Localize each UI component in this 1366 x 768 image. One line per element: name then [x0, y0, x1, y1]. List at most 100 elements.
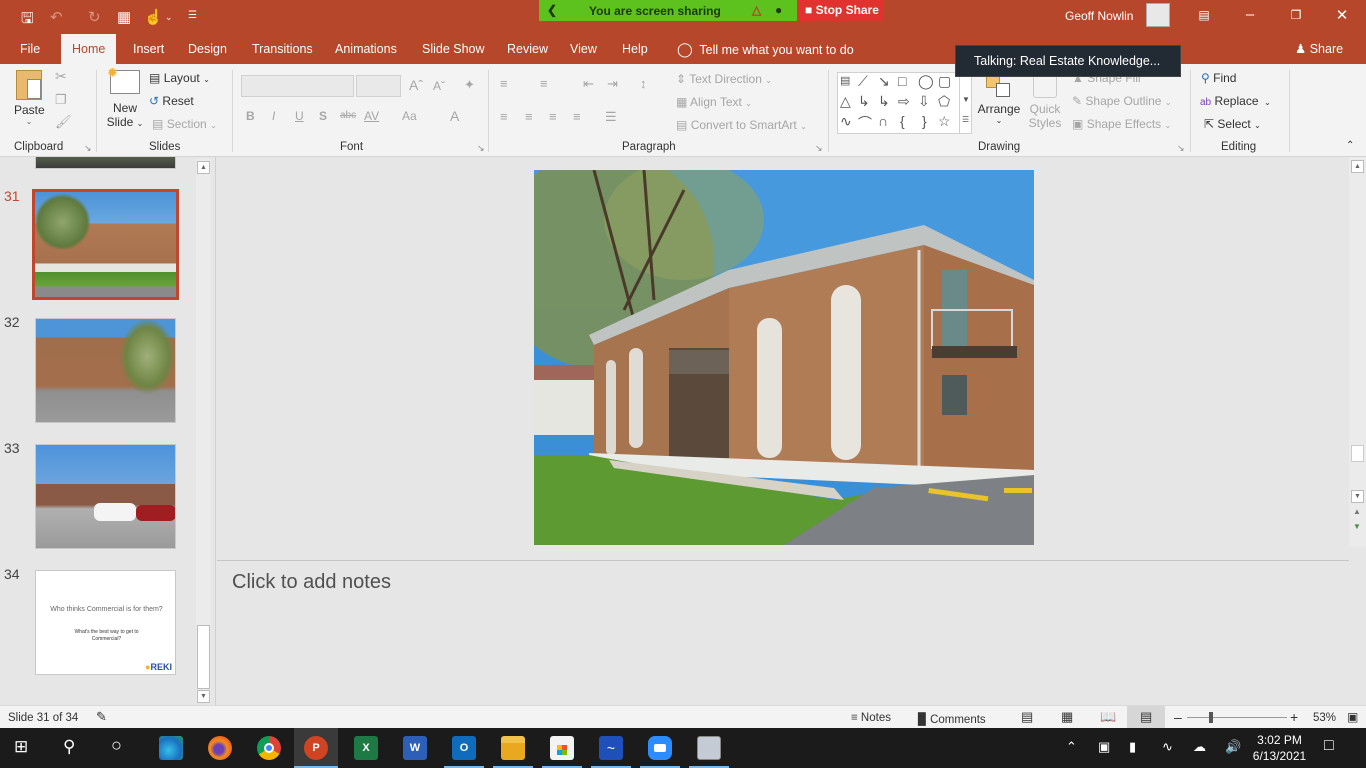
convert-smartart-button[interactable]: ▤ Convert to SmartArt ⌄ — [676, 118, 807, 132]
notes-divider[interactable] — [217, 560, 1349, 561]
shape-outline-button[interactable]: ✎ Shape Outline ⌄ — [1072, 94, 1172, 108]
replace-button[interactable]: ab Replace ⌄ — [1200, 94, 1271, 108]
notifications-icon[interactable]: □ — [1324, 737, 1334, 755]
tab-insert[interactable]: Insert — [133, 42, 164, 56]
fit-to-window-icon[interactable]: ▣ — [1347, 710, 1358, 724]
dialog-launcher-icon[interactable]: ↘ — [477, 143, 485, 154]
meet-now-icon[interactable]: ▣ — [1098, 739, 1110, 755]
rectangle-shape-icon[interactable]: □ — [898, 73, 906, 89]
wifi-icon[interactable]: ∿ — [1162, 739, 1173, 755]
stop-share-button[interactable]: ■ Stop Share — [797, 0, 884, 21]
search-icon[interactable]: ⚲ — [63, 737, 75, 757]
slide-thumbnail-31[interactable] — [32, 189, 179, 300]
decrease-indent-icon[interactable]: ⇤ — [583, 76, 594, 92]
save-icon[interactable]: 🖫 — [21, 8, 34, 33]
scroll-up-icon[interactable]: ▲ — [1351, 160, 1364, 173]
text-direction-button[interactable]: ⇕ Text Direction ⌄ — [676, 72, 772, 86]
format-painter-icon[interactable]: 🖌 — [55, 114, 72, 130]
bold-button[interactable]: B — [246, 109, 255, 123]
microsoft-store-icon[interactable] — [550, 736, 574, 760]
tab-slide-show[interactable]: Slide Show — [422, 42, 485, 56]
windows-start-icon[interactable]: ⊞ — [14, 737, 28, 757]
chevron-left-icon[interactable]: ❮ — [547, 3, 557, 17]
thumbnail-scrollbar[interactable]: ▲ ▼ — [196, 159, 211, 703]
battery-icon[interactable]: ▮ — [1129, 739, 1136, 755]
cut-icon[interactable]: ✂ — [55, 68, 67, 85]
right-brace-shape-icon[interactable]: } — [922, 113, 927, 129]
notes-button[interactable]: ≡ Notes — [851, 712, 891, 724]
restore-icon[interactable]: ❐ — [1286, 8, 1306, 22]
scribble-shape-icon[interactable]: ∿ — [840, 113, 852, 130]
increase-font-size-icon[interactable]: Aˆ — [409, 77, 423, 93]
numbering-icon[interactable]: ≡ — [540, 76, 548, 91]
elbow-connector-icon[interactable]: ↳ — [858, 93, 870, 110]
previous-slide-icon[interactable]: ▲ — [1353, 507, 1361, 516]
character-spacing-button[interactable]: AV — [364, 109, 379, 123]
gallery-more-icon[interactable]: ☰ — [962, 115, 969, 124]
shape-effects-button[interactable]: ▣ Shape Effects ⌄ — [1072, 117, 1171, 131]
line-shape-icon[interactable]: ⟋ — [858, 73, 868, 90]
redo-icon[interactable]: ↻ — [88, 8, 101, 26]
freeform-shape-icon[interactable]: ⬠ — [938, 93, 950, 110]
show-hidden-icons-icon[interactable]: ⌃ — [1066, 739, 1077, 755]
zoom-percent[interactable]: 53% — [1313, 712, 1336, 724]
next-slide-icon[interactable]: ▼ — [1353, 522, 1361, 531]
slide-show-button[interactable]: ▤ — [1127, 706, 1165, 728]
slide-canvas[interactable] — [534, 170, 1034, 545]
outlook-icon[interactable]: O — [452, 736, 476, 760]
zoom-icon[interactable] — [648, 736, 672, 760]
touch-mode-icon[interactable]: ☝ — [144, 8, 163, 26]
file-explorer-icon[interactable] — [501, 736, 525, 760]
line-spacing-icon[interactable]: ↕ — [640, 76, 647, 91]
find-button[interactable]: ⚲ Find — [1201, 71, 1236, 85]
zoom-slider-thumb[interactable] — [1209, 712, 1213, 723]
right-arrow-shape-icon[interactable]: ⇨ — [898, 93, 910, 110]
close-icon[interactable]: ✕ — [1332, 6, 1352, 24]
share-button[interactable]: ♟ Share — [1295, 41, 1343, 56]
tab-help[interactable]: Help — [622, 42, 648, 56]
tab-home[interactable]: Home — [61, 34, 117, 64]
scrollbar-thumb[interactable] — [1351, 445, 1364, 462]
tab-animations[interactable]: Animations — [335, 42, 397, 56]
powerpoint-icon[interactable]: P — [304, 736, 328, 760]
new-slide-button[interactable]: ✹ New Slide ⌄ — [106, 65, 144, 129]
arrow-line-shape-icon[interactable]: ↘ — [878, 73, 890, 90]
tab-file[interactable]: File — [20, 42, 40, 56]
slide-thumbnail-30[interactable] — [35, 157, 176, 169]
slide-scrollbar[interactable]: ▲ ▼ ▲ ▼ — [1349, 157, 1366, 547]
align-left-icon[interactable]: ≡ — [500, 109, 508, 124]
bullets-icon[interactable]: ≡ — [500, 76, 508, 91]
reset-button[interactable]: ↺ Reset — [149, 94, 194, 108]
scroll-down-icon[interactable]: ▼ — [197, 690, 210, 703]
present-from-beginning-icon[interactable]: ▦ — [117, 8, 131, 26]
slide-thumbnail-34[interactable]: Who thinks Commercial is for them? What'… — [35, 570, 176, 675]
zoom-out-icon[interactable]: – — [1174, 709, 1182, 725]
clock[interactable]: 3:02 PM 6/13/2021 — [1252, 732, 1307, 764]
align-right-icon[interactable]: ≡ — [549, 109, 557, 124]
underline-button[interactable]: U — [295, 109, 304, 123]
edge-icon[interactable] — [159, 736, 183, 760]
normal-view-icon[interactable]: ▤ — [1021, 709, 1033, 725]
curve-shape-icon[interactable]: ∩ — [878, 113, 888, 129]
cortana-icon[interactable]: ○ — [111, 735, 122, 756]
slide-sorter-icon[interactable]: ▦ — [1061, 709, 1073, 725]
gallery-scroll-down-icon[interactable]: ▼ — [962, 95, 970, 104]
dialog-launcher-icon[interactable]: ↘ — [84, 143, 92, 154]
scrollbar-thumb[interactable] — [197, 625, 210, 689]
elbow-arrow-connector-icon[interactable]: ↳ — [878, 93, 890, 110]
zoom-slider[interactable] — [1187, 712, 1287, 723]
onedrive-icon[interactable]: ☁ — [1193, 739, 1206, 755]
tab-review[interactable]: Review — [507, 42, 548, 56]
font-size-combo[interactable] — [356, 75, 401, 97]
copy-icon[interactable]: ❐ — [55, 92, 67, 108]
collapse-ribbon-icon[interactable]: ⌃ — [1346, 140, 1354, 151]
scroll-down-icon[interactable]: ▼ — [1351, 490, 1364, 503]
arc-shape-icon[interactable]: ⌒ — [858, 113, 872, 133]
tell-me-search[interactable]: ◯ Tell me what you want to do — [677, 41, 854, 58]
align-center-icon[interactable]: ≡ — [525, 109, 533, 124]
rounded-rectangle-shape-icon[interactable]: ▢ — [938, 73, 951, 90]
reading-view-icon[interactable]: 📖 — [1100, 709, 1116, 725]
arrange-button[interactable]: Arrange ⌄ — [977, 74, 1021, 125]
shapes-gallery[interactable]: ▤ ⟋ ↘ □ ◯ ▢ △ ↳ ↳ ⇨ ⇩ ⬠ ∿ ⌒ ∩ { } ☆ ▼ ☰ — [837, 72, 972, 134]
oval-shape-icon[interactable]: ◯ — [918, 73, 934, 90]
